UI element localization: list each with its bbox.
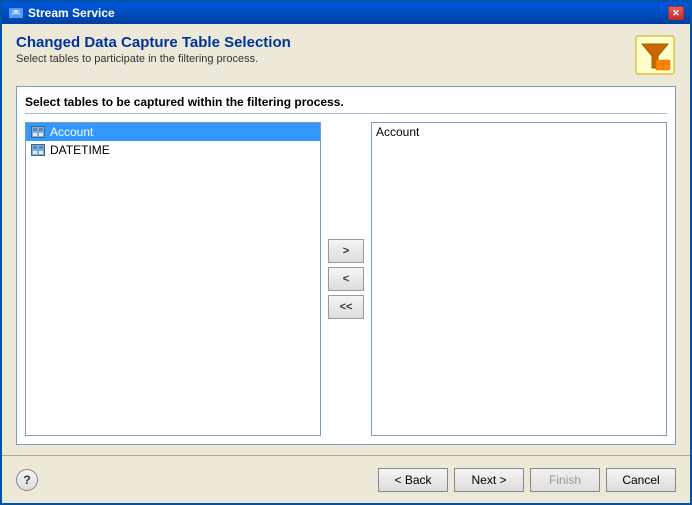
next-button[interactable]: Next > [454, 468, 524, 492]
help-button[interactable]: ? [16, 469, 38, 491]
left-list-panel[interactable]: Account DATETIME [25, 122, 321, 436]
footer-left: ? [16, 469, 38, 491]
main-window: Stream Service ✕ Changed Data Capture Ta… [0, 0, 692, 505]
right-list-panel[interactable]: Account [371, 122, 667, 436]
move-right-button[interactable]: > [328, 239, 364, 263]
table-icon [30, 143, 46, 157]
page-subtitle: Select tables to participate in the filt… [16, 53, 624, 65]
move-all-left-button[interactable]: << [328, 295, 364, 319]
page-header-text: Changed Data Capture Table Selection Sel… [16, 34, 624, 65]
left-list-item[interactable]: DATETIME [26, 141, 320, 159]
header-filter-icon [634, 34, 676, 76]
table-icon [30, 125, 46, 139]
cancel-button[interactable]: Cancel [606, 468, 676, 492]
close-button[interactable]: ✕ [668, 6, 684, 20]
right-list-item[interactable]: Account [372, 123, 666, 141]
back-button[interactable]: < Back [378, 468, 448, 492]
transfer-area: Account DATETIME > < << Account [25, 122, 667, 436]
left-list-item[interactable]: Account [26, 123, 320, 141]
move-left-button[interactable]: < [328, 267, 364, 291]
list-item-label: Account [376, 125, 419, 139]
title-bar-left: Stream Service [8, 5, 115, 21]
title-bar: Stream Service ✕ [2, 2, 690, 24]
window-title: Stream Service [28, 6, 115, 20]
section-box: Select tables to be captured within the … [16, 86, 676, 445]
page-title: Changed Data Capture Table Selection [16, 34, 624, 51]
finish-button[interactable]: Finish [530, 468, 600, 492]
list-item-label: Account [50, 125, 93, 139]
footer-buttons: < Back Next > Finish Cancel [378, 468, 676, 492]
list-item-label: DATETIME [50, 143, 110, 157]
app-icon [8, 5, 24, 21]
transfer-buttons: > < << [321, 122, 371, 436]
page-header: Changed Data Capture Table Selection Sel… [16, 34, 676, 76]
content-area: Changed Data Capture Table Selection Sel… [2, 24, 690, 455]
footer: ? < Back Next > Finish Cancel [2, 455, 690, 503]
title-bar-controls: ✕ [668, 6, 684, 20]
section-label: Select tables to be captured within the … [25, 95, 667, 114]
